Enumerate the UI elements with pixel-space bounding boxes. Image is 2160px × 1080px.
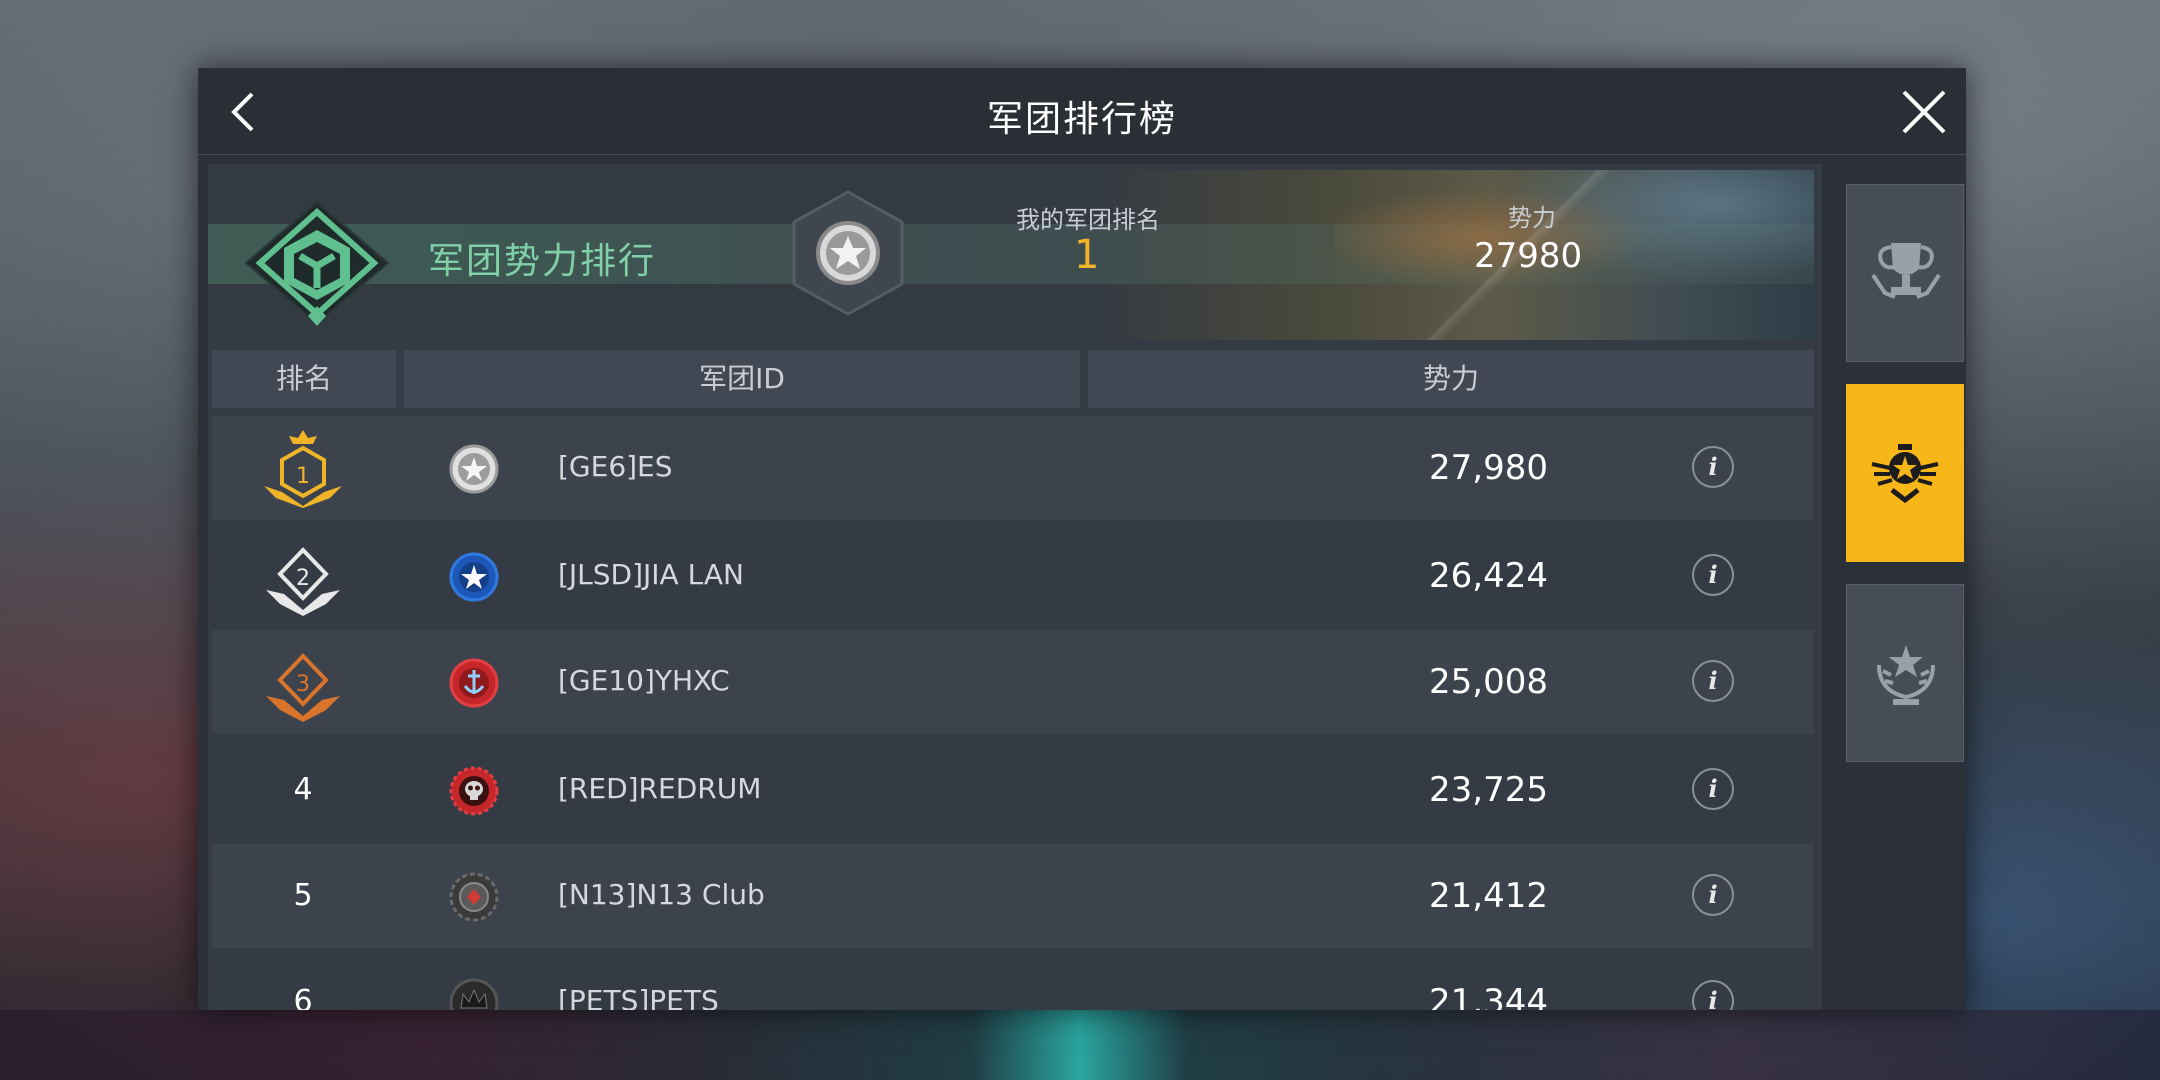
leaderboard-panel: 军团排行榜 军团势力排行 我的军团排名 1 势力 27980 排名 军团ID 势… [198, 68, 1966, 1010]
info-button[interactable]: i [1692, 768, 1734, 810]
ranking-banner: 军团势力排行 我的军团排名 1 势力 27980 [208, 170, 1814, 340]
trophy-icon [1871, 243, 1941, 299]
table-row[interactable]: 3 [GE10]YHXC 25,008 i [212, 630, 1814, 734]
guild-power: 21,412 [1429, 876, 1548, 916]
guild-power: 26,424 [1429, 556, 1548, 596]
guild-power: 27,980 [1429, 448, 1548, 488]
red-skull-emblem-icon [449, 766, 499, 816]
guild-name: [RED]REDRUM [558, 772, 762, 805]
rank-number: 6 [293, 984, 313, 1010]
rank-number: 4 [293, 772, 313, 807]
guild-power: 21,344 [1429, 982, 1548, 1010]
info-button[interactable]: i [1692, 660, 1734, 702]
column-header-guild-id: 军团ID [404, 350, 1080, 408]
guild-name: [GE10]YHXC [558, 664, 730, 697]
guild-power: 23,725 [1429, 770, 1548, 810]
page-title: 军团排行榜 [986, 99, 1177, 140]
banner-title: 军团势力排行 [428, 241, 657, 282]
red-anchor-emblem-icon [449, 658, 499, 708]
silver-star-emblem-icon [449, 444, 499, 494]
tab-honor-ranking[interactable] [1846, 584, 1964, 762]
guild-name: [GE6]ES [558, 450, 673, 483]
guild-power: 25,008 [1429, 662, 1548, 702]
laurel-star-icon [1877, 645, 1935, 705]
leaderboard-content: 军团势力排行 我的军团排名 1 势力 27980 排名 军团ID 势力 1 [G… [208, 164, 1822, 1010]
bronze-rank-badge-icon: 3 [266, 653, 340, 722]
info-button[interactable]: i [1692, 874, 1734, 916]
guild-power-emblem-icon [244, 200, 390, 326]
my-rank-value: 1 [1074, 232, 1100, 278]
gold-rank-badge-icon: 1 [264, 430, 342, 508]
info-button[interactable]: i [1692, 554, 1734, 596]
table-row[interactable]: 2 [JLSD]JIA LAN 26,424 i [212, 524, 1814, 628]
my-power-value: 27980 [1474, 236, 1583, 276]
my-rank-label: 我的军团排名 [1016, 206, 1160, 234]
my-guild-badge-icon [792, 190, 904, 316]
column-header-rank: 排名 [212, 350, 396, 408]
tab-guild-ranking[interactable] [1846, 384, 1964, 562]
silver-rank-badge-icon: 2 [266, 547, 340, 616]
rank-number: 5 [293, 878, 313, 913]
column-header-power: 势力 [1088, 350, 1814, 408]
table-row[interactable]: 5 [N13]N13 Club 21,412 i [212, 844, 1814, 948]
my-power-label: 势力 [1508, 204, 1556, 232]
guild-star-icon [1871, 444, 1939, 504]
rank-badge-number: 3 [296, 672, 310, 697]
blue-star-emblem-icon [449, 552, 499, 602]
title-bar: 军团排行榜 [198, 68, 1966, 155]
info-button[interactable]: i [1692, 980, 1734, 1010]
table-row[interactable]: 6 [PETS]PETS 21,344 i [212, 950, 1814, 1010]
info-button[interactable]: i [1692, 446, 1734, 488]
guild-name: [PETS]PETS [558, 984, 719, 1010]
rank-badge-number: 1 [296, 464, 310, 489]
close-icon[interactable] [1900, 88, 1948, 136]
guild-name: [N13]N13 Club [558, 878, 765, 911]
table-row[interactable]: 4 [RED]REDRUM 23,725 i [212, 738, 1814, 842]
dark-gear-emblem-icon [449, 872, 499, 922]
tab-trophy-ranking[interactable] [1846, 184, 1964, 362]
rank-badge-number: 2 [296, 566, 310, 591]
table-row[interactable]: 1 [GE6]ES 27,980 i [212, 416, 1814, 520]
background-scenery [0, 1010, 2160, 1080]
dark-crown-emblem-icon [449, 978, 499, 1010]
guild-name: [JLSD]JIA LAN [558, 558, 744, 591]
